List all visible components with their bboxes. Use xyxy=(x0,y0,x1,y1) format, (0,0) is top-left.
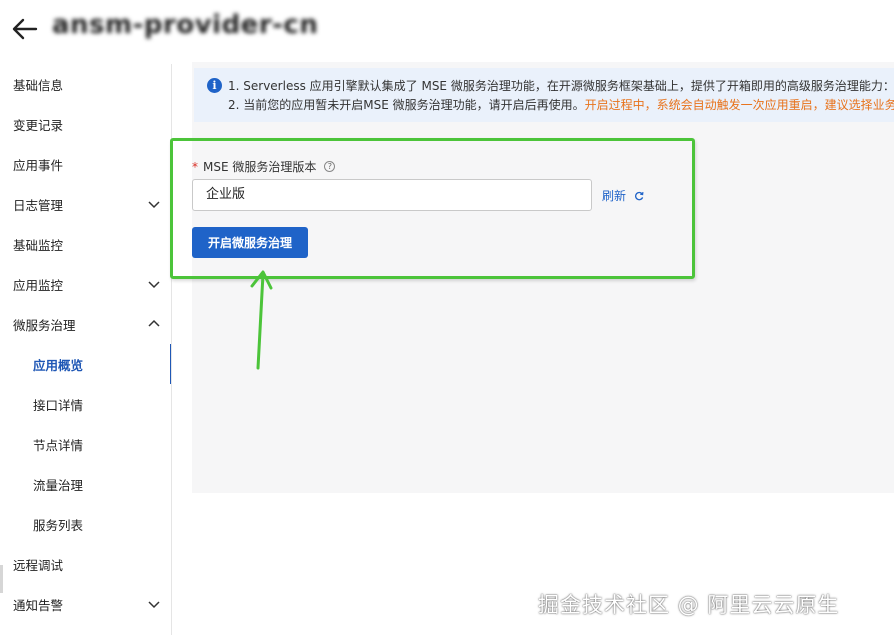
enable-microservice-governance-button[interactable]: 开启微服务治理 xyxy=(192,227,308,258)
sidebar-item-node-details[interactable]: 节点详情 xyxy=(0,424,172,464)
watermark: 掘金技术社区 @ 阿里云云原生 xyxy=(538,593,840,617)
sidebar-item-app-overview[interactable]: 应用概览 xyxy=(0,344,172,384)
help-icon[interactable]: ? xyxy=(324,161,336,172)
chevron-down-icon xyxy=(148,201,160,209)
notice-line-2: 2. 当前您的应用暂未开启MSE 微服务治理功能，请开启后再使用。开启过程中，系… xyxy=(228,96,894,113)
sidebar-item-label: 接口详情 xyxy=(33,397,84,413)
info-notice: i 1. Serverless 应用引擎默认集成了 MSE 微服务治理功能，在开… xyxy=(194,68,894,122)
sidebar-item-label: 流量治理 xyxy=(33,477,84,493)
sidebar-item-label: 通知告警 xyxy=(13,597,64,613)
info-icon: i xyxy=(207,78,222,93)
sidebar-item-service-list[interactable]: 服务列表 xyxy=(0,504,172,544)
sidebar-item-label: 节点详情 xyxy=(33,437,84,453)
refresh-label: 刷新 xyxy=(602,189,627,203)
sidebar-item-label: 服务列表 xyxy=(33,517,84,533)
sidebar: 基础信息变更记录应用事件日志管理基础监控应用监控微服务治理应用概览接口详情节点详… xyxy=(0,64,172,635)
notice-line-1: 1. Serverless 应用引擎默认集成了 MSE 微服务治理功能，在开源微… xyxy=(228,79,894,93)
sidebar-item-notifications-alerts[interactable]: 通知告警 xyxy=(0,584,172,624)
sidebar-item-basic-monitoring[interactable]: 基础监控 xyxy=(0,224,172,264)
sidebar-item-log-management[interactable]: 日志管理 xyxy=(0,184,172,224)
chevron-down-icon xyxy=(148,281,160,289)
sidebar-item-change-records[interactable]: 变更记录 xyxy=(0,104,172,144)
version-field-label: * MSE 微服务治理版本 ? xyxy=(192,158,336,175)
sidebar-item-traffic-governance[interactable]: 流量治理 xyxy=(0,464,172,504)
sidebar-item-microservice-governance[interactable]: 微服务治理 xyxy=(0,304,172,344)
page-header: ansm-provider-cn xyxy=(0,0,894,62)
required-mark: * xyxy=(192,159,198,174)
sidebar-item-label: 应用监控 xyxy=(13,277,64,293)
sidebar-item-label: 基础监控 xyxy=(13,237,64,253)
sidebar-item-app-events[interactable]: 应用事件 xyxy=(0,144,172,184)
chevron-up-icon xyxy=(148,319,160,327)
mse-version-select[interactable]: 企业版 xyxy=(192,179,592,211)
sidebar-item-label: 变更记录 xyxy=(13,117,64,133)
back-arrow-icon[interactable] xyxy=(10,14,40,44)
field-label-text: MSE 微服务治理版本 xyxy=(203,160,317,174)
sidebar-item-label: 微服务治理 xyxy=(13,317,76,333)
refresh-icon xyxy=(635,191,644,200)
scroll-indicator xyxy=(0,565,3,593)
sidebar-item-label: 基础信息 xyxy=(13,77,64,93)
annotation-arrow xyxy=(250,270,273,370)
sidebar-item-app-monitoring[interactable]: 应用监控 xyxy=(0,264,172,304)
sidebar-item-basic-info[interactable]: 基础信息 xyxy=(0,64,172,104)
notice-line-2-text: 2. 当前您的应用暂未开启MSE 微服务治理功能，请开启后再使用。 xyxy=(228,98,585,112)
refresh-link[interactable]: 刷新 xyxy=(602,187,644,204)
sidebar-item-label: 远程调试 xyxy=(13,557,64,573)
sidebar-item-label: 应用事件 xyxy=(13,157,64,173)
sidebar-item-remote-debugging[interactable]: 远程调试 xyxy=(0,544,172,584)
app-title: ansm-provider-cn xyxy=(52,10,319,40)
sidebar-item-label: 应用概览 xyxy=(33,357,84,373)
sidebar-item-label: 日志管理 xyxy=(13,197,64,213)
chevron-down-icon xyxy=(148,601,160,609)
notice-warning-text: 开启过程中，系统会自动触发一次应用重启，建议选择业务 xyxy=(584,98,894,112)
sidebar-item-interface-details[interactable]: 接口详情 xyxy=(0,384,172,424)
